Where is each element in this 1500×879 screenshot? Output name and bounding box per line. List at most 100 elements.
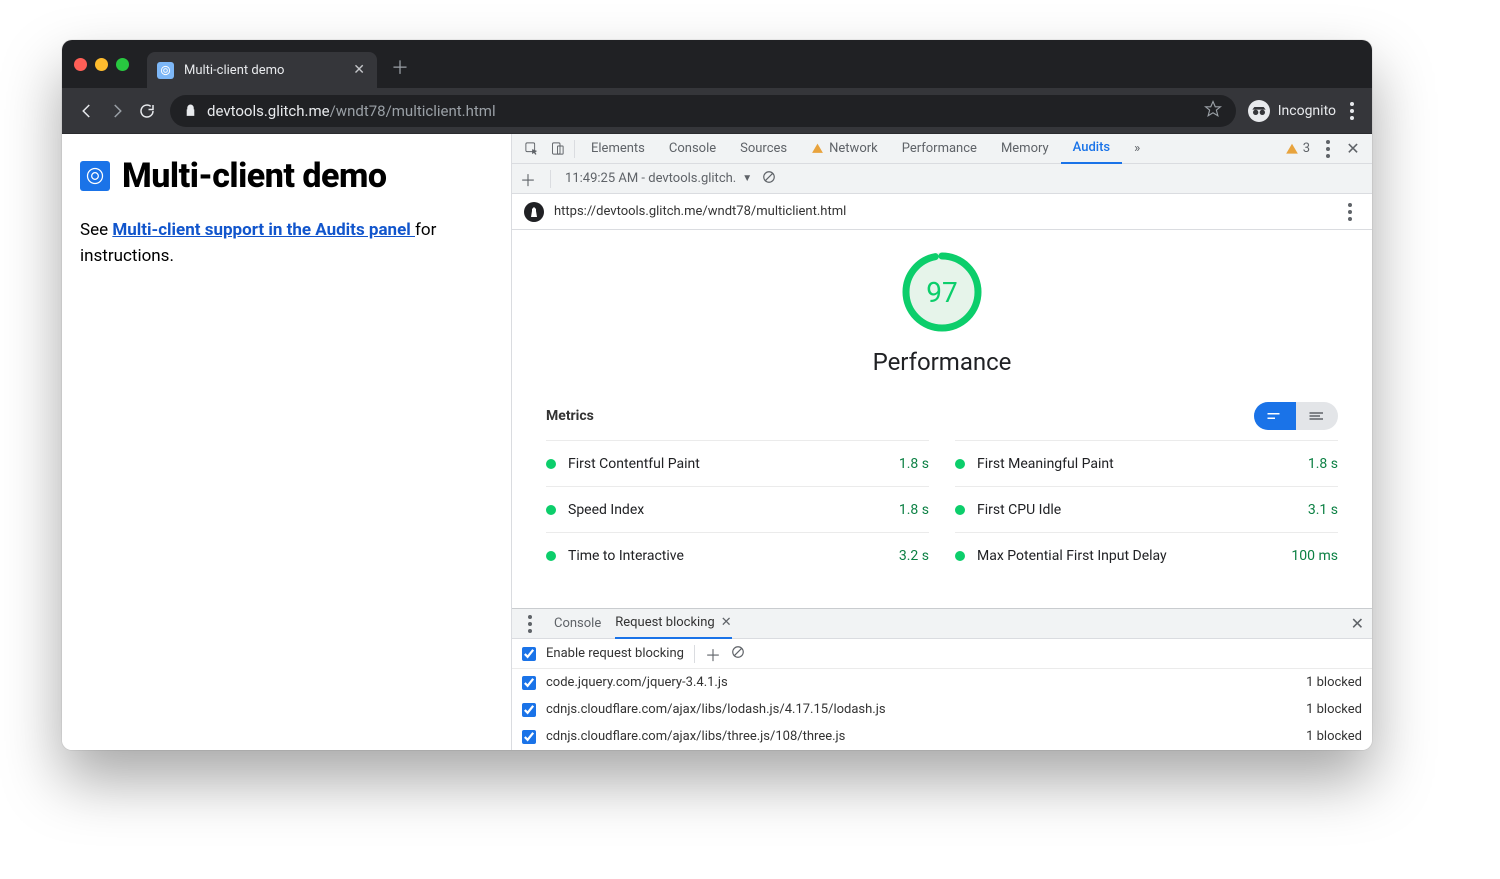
status-dot-icon [955,551,965,561]
view-compact-button[interactable] [1254,402,1296,430]
device-toolbar-icon[interactable] [544,141,570,156]
reload-button[interactable] [132,96,162,126]
view-expanded-button[interactable] [1296,402,1338,430]
new-audit-button[interactable]: ＋ [520,167,536,191]
omnibox[interactable]: devtools.glitch.me/wndt78/multiclient.ht… [170,95,1236,127]
drawer-tab-label: Request blocking [615,615,714,630]
clear-audits-icon[interactable] [762,170,776,188]
audited-url: https://devtools.glitch.me/wndt78/multic… [554,204,846,219]
metric-name: Max Potential First Input Delay [977,548,1279,564]
clear-patterns-icon[interactable] [731,645,745,663]
blocked-patterns-list: code.jquery.com/jquery-3.4.1.js 1 blocke… [512,669,1372,750]
page-content: Multi-client demo See Multi-client suppo… [62,134,512,750]
text-see: See [80,220,112,240]
metric-fcp: First Contentful Paint 1.8 s [546,440,929,486]
metric-value: 1.8 s [899,456,929,472]
status-dot-icon [546,551,556,561]
more-tabs-button[interactable]: » [1122,134,1152,164]
lighthouse-report: 97 Performance Metrics [512,230,1372,608]
devtools-tabs: Elements Console Sources Network Perform… [579,134,1152,164]
status-dot-icon [955,459,965,469]
incognito-icon [1248,100,1270,122]
devtools-settings-menu[interactable] [1318,140,1338,158]
status-dot-icon [546,459,556,469]
enable-request-blocking-checkbox[interactable] [522,647,536,661]
instructions-link[interactable]: Multi-client support in the Audits panel [112,220,415,240]
url-host: devtools.glitch.me [207,102,330,120]
browser-window: Multi-client demo ✕ ＋ devtools.glitch.me… [62,40,1372,750]
status-dot-icon [955,505,965,515]
inspect-element-icon[interactable] [518,141,544,156]
pattern-checkbox[interactable] [522,676,536,690]
audit-run-selector[interactable]: 11:49:25 AM - devtools.glitch. ▼ [565,171,752,186]
metric-name: Speed Index [568,502,887,518]
bookmark-star-icon[interactable] [1204,100,1222,122]
pattern-text: code.jquery.com/jquery-3.4.1.js [546,675,728,690]
browser-menu-button[interactable] [1342,102,1362,120]
forward-button[interactable] [102,96,132,126]
tab-audits[interactable]: Audits [1061,134,1122,164]
metrics-view-toggle [1254,402,1338,430]
metric-mpfid: Max Potential First Input Delay 100 ms [955,532,1338,578]
blocked-count: 1 blocked [1306,729,1362,744]
tab-performance[interactable]: Performance [890,134,989,164]
page-title: Multi-client demo [122,156,387,196]
window-controls [74,58,129,71]
audited-url-row: https://devtools.glitch.me/wndt78/multic… [512,194,1372,230]
devtools-close-icon[interactable]: ✕ [1340,139,1366,158]
tab-network-label: Network [829,141,878,156]
metric-fci: First CPU Idle 3.1 s [955,486,1338,532]
tab-network[interactable]: Network [799,134,890,164]
audits-toolbar: ＋ 11:49:25 AM - devtools.glitch. ▼ [512,164,1372,194]
tab-sources[interactable]: Sources [728,134,799,164]
metrics-heading: Metrics [546,408,594,424]
warnings-badge[interactable]: 3 [1279,141,1316,156]
blocked-pattern-row[interactable]: cdnjs.cloudflare.com/ajax/libs/three.js/… [512,723,1372,750]
tab-elements[interactable]: Elements [579,134,657,164]
incognito-indicator[interactable]: Incognito [1248,100,1336,122]
favicon-icon [157,62,174,79]
add-pattern-button[interactable]: ＋ [705,642,721,666]
page-paragraph: See Multi-client support in the Audits p… [80,218,493,269]
zoom-window-button[interactable] [116,58,129,71]
blocked-count: 1 blocked [1306,675,1362,690]
pattern-checkbox[interactable] [522,703,536,717]
separator [550,170,551,188]
minimize-window-button[interactable] [95,58,108,71]
blocked-pattern-row[interactable]: cdnjs.cloudflare.com/ajax/libs/lodash.js… [512,696,1372,723]
tab-console[interactable]: Console [657,134,728,164]
metric-name: Time to Interactive [568,548,887,564]
tab-memory[interactable]: Memory [989,134,1061,164]
audit-run-label: 11:49:25 AM - devtools.glitch. [565,171,736,186]
pattern-text: cdnjs.cloudflare.com/ajax/libs/three.js/… [546,729,845,744]
drawer-more-menu[interactable] [520,615,540,633]
performance-gauge: 97 [900,250,984,334]
close-tab-icon[interactable]: ✕ [721,615,732,630]
close-window-button[interactable] [74,58,87,71]
close-tab-icon[interactable]: ✕ [353,63,365,77]
browser-tab[interactable]: Multi-client demo ✕ [147,52,377,88]
drawer-close-icon[interactable]: ✕ [1351,614,1364,633]
lock-icon [184,104,197,117]
blocked-pattern-row[interactable]: code.jquery.com/jquery-3.4.1.js 1 blocke… [512,669,1372,696]
new-tab-button[interactable]: ＋ [391,54,409,80]
page-logo-icon [80,161,110,191]
drawer-tabstrip: Console Request blocking ✕ ✕ [512,609,1372,639]
performance-label: Performance [873,348,1012,376]
separator [694,645,695,663]
metric-value: 3.2 s [899,548,929,564]
titlebar: Multi-client demo ✕ ＋ [62,40,1372,88]
metric-value: 1.8 s [1308,456,1338,472]
back-button[interactable] [72,96,102,126]
request-blocking-controls: Enable request blocking ＋ [512,639,1372,669]
separator [574,140,575,158]
devtools-drawer: Console Request blocking ✕ ✕ Enable requ… [512,608,1372,750]
audit-url-menu[interactable] [1340,203,1360,221]
content-area: Multi-client demo See Multi-client suppo… [62,134,1372,750]
pattern-checkbox[interactable] [522,730,536,744]
drawer-tab-console[interactable]: Console [554,609,601,639]
drawer-tab-request-blocking[interactable]: Request blocking ✕ [615,609,731,639]
tab-title: Multi-client demo [184,63,284,78]
devtools-panel: Elements Console Sources Network Perform… [512,134,1372,750]
lighthouse-icon [524,202,544,222]
